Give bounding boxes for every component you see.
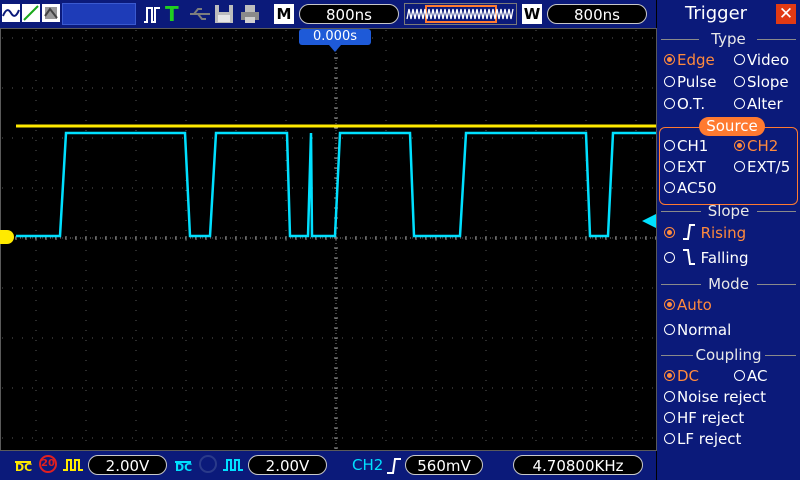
type-option-slope[interactable]: Slope [734,73,789,91]
ch1-coupling-dc-icon[interactable]: DC [15,455,33,475]
radio-selected-icon [734,140,745,151]
radio-selected-icon [664,370,675,381]
type-option-pulse[interactable]: Pulse [664,73,717,91]
bottom-status-bar: DC 20 2.00V DC 2.00V CH2 560mV 4.70800KH… [0,451,656,480]
radio-icon [664,391,675,402]
type-section-header: Type [657,30,800,48]
radio-selected-icon [664,227,675,238]
rising-edge-icon [682,224,695,240]
slope-option-rising[interactable]: Rising [664,224,746,242]
radio-icon [664,182,675,193]
mode-section-header: Mode [657,275,800,293]
window-timebase-button[interactable]: W [522,4,542,24]
radio-icon [734,161,745,172]
trigger-menu-header: Trigger ✕ [657,0,800,28]
coupling-option-lf-reject[interactable]: LF reject [664,430,741,448]
radio-selected-icon [664,299,675,310]
radio-icon [734,370,745,381]
coupling-option-hf-reject[interactable]: HF reject [664,409,744,427]
radio-icon [734,54,745,65]
rising-edge-icon [386,457,402,479]
trigger-position-value: 0.000s [313,29,357,44]
trigger-source-label: CH2 [352,456,384,474]
source-option-ch1[interactable]: CH1 [664,137,708,155]
type-option-video[interactable]: Video [734,51,789,69]
trigger-level-marker[interactable] [642,214,656,228]
source-option-ac50[interactable]: AC50 [664,179,717,197]
trigger-position-marker[interactable]: 0.000s [299,29,371,45]
coupling-section-header: Coupling [657,346,800,364]
falling-edge-icon [682,249,695,265]
type-option-alter[interactable]: Alter [734,95,783,113]
slope-option-falling[interactable]: Falling [664,249,749,267]
trigger-T-icon: T [165,2,179,26]
status-box [62,3,136,25]
source-option-ext5[interactable]: EXT/5 [734,158,790,176]
mode-option-normal[interactable]: Normal [664,321,731,339]
radio-icon [664,140,675,151]
radio-icon [664,412,675,423]
radio-icon [664,161,675,172]
mode-option-auto[interactable]: Auto [664,296,712,314]
coupling-option-dc[interactable]: DC [664,367,699,385]
coupling-option-noise-reject[interactable]: Noise reject [664,388,766,406]
frequency-counter: 4.70800KHz [513,455,643,475]
trigger-level-value[interactable]: 560mV [405,455,483,475]
type-option-edge[interactable]: Edge [664,51,715,69]
vectors-icon[interactable] [22,4,40,22]
window-timebase-value[interactable]: 800ns [547,4,647,24]
radio-icon [734,98,745,109]
slope-section-header: Slope [657,202,800,220]
radio-icon [664,252,675,263]
main-timebase-button[interactable]: M [274,4,294,24]
save-disk-icon[interactable] [214,4,234,24]
radio-icon [664,433,675,444]
menu-title: Trigger [685,3,748,24]
ch1-bandwidth-limit-icon[interactable]: 20 [39,455,57,473]
radio-icon [664,76,675,87]
printer-icon[interactable] [240,4,260,24]
radio-selected-icon [664,54,675,65]
source-option-ch2[interactable]: CH2 [734,137,778,155]
ch1-invert-icon[interactable] [62,457,84,477]
ch2-bandwidth-limit-icon[interactable] [199,455,217,473]
pulse-icon [143,4,161,24]
source-option-ext[interactable]: EXT [664,158,706,176]
waveform-display-icon[interactable] [2,4,20,22]
waveform-screen [0,28,657,451]
ch2-coupling-dc-icon[interactable]: DC [175,455,193,475]
ch1-ground-marker[interactable] [0,230,14,244]
ch2-volts-div[interactable]: 2.00V [248,455,327,475]
usb-icon [188,6,212,22]
timebase-value[interactable]: 800ns [299,4,399,24]
ch1-volts-div[interactable]: 2.00V [88,455,167,475]
radio-icon [664,98,675,109]
graticule [0,28,657,451]
ch2-invert-icon[interactable] [222,457,244,477]
trigger-position-arrow [329,45,341,52]
radio-icon [664,324,675,335]
radio-icon [734,76,745,87]
persistence-icon[interactable] [42,4,60,22]
coupling-option-ac[interactable]: AC [734,367,767,385]
source-section-header: Source [699,117,765,136]
memory-waveform-indicator [404,3,517,25]
close-icon[interactable]: ✕ [776,4,796,24]
top-toolbar: T M 800ns W 800ns [0,0,656,28]
type-option-ot[interactable]: O.T. [664,95,705,113]
